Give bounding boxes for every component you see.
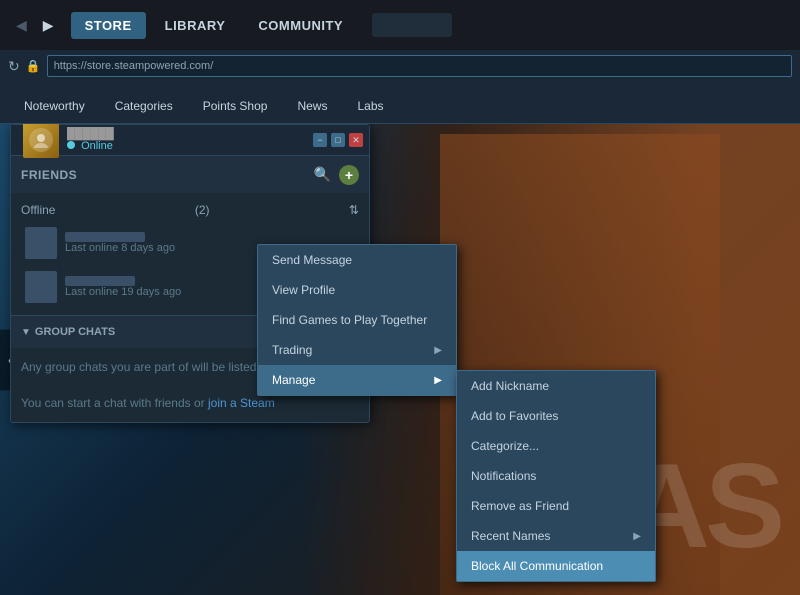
friends-search-icon[interactable]: 🔍: [314, 166, 331, 183]
ctx-view-profile[interactable]: View Profile: [258, 275, 456, 305]
nav-tab-store[interactable]: STORE: [71, 12, 146, 39]
store-tab-points-shop[interactable]: Points Shop: [189, 91, 282, 123]
offline-count: (2): [195, 203, 210, 217]
add-friend-button[interactable]: +: [339, 165, 359, 185]
sub-add-favorites[interactable]: Add to Favorites: [457, 401, 655, 431]
main-content: AS ❮ ██████ Online − □: [0, 124, 800, 595]
friends-user-info: ██████ Online: [17, 124, 309, 158]
sub-recent-names-arrow: ▶: [633, 531, 641, 542]
sub-block-communication[interactable]: Block All Communication: [457, 551, 655, 581]
offline-header: Offline (2) ⇅: [21, 199, 359, 221]
user-details: ██████ Online: [67, 128, 114, 152]
sub-menu-manage: Add Nickname Add to Favorites Categorize…: [456, 370, 656, 582]
ctx-manage-label: Manage: [272, 373, 315, 387]
minimize-button[interactable]: −: [313, 133, 327, 147]
avatar-inner: [29, 128, 53, 152]
offline-label: Offline: [21, 203, 55, 217]
ctx-view-profile-label: View Profile: [272, 283, 335, 297]
friends-titlebar: ██████ Online − □ ✕: [11, 125, 369, 155]
sub-notifications-label: Notifications: [471, 469, 536, 483]
ctx-send-message[interactable]: Send Message: [258, 245, 456, 275]
friend-avatar-2: [25, 271, 57, 303]
sub-remove-friend[interactable]: Remove as Friend: [457, 491, 655, 521]
fp-username: ██████: [67, 128, 114, 140]
ctx-trading-arrow: ▶: [434, 345, 442, 356]
nav-arrows: ◀ ▶: [10, 13, 60, 38]
sub-recent-names-label: Recent Names: [471, 529, 550, 543]
top-nav-bar: ◀ ▶ STORE LIBRARY COMMUNITY: [0, 0, 800, 50]
friends-title: FRIENDS: [21, 168, 306, 182]
store-tab-categories[interactable]: Categories: [101, 91, 187, 123]
refresh-icon[interactable]: ↻: [8, 58, 20, 75]
address-input[interactable]: [47, 55, 792, 77]
sub-add-nickname-label: Add Nickname: [471, 379, 549, 393]
join-steam-link[interactable]: join a Steam: [208, 396, 275, 410]
store-tab-noteworthy[interactable]: Noteworthy: [10, 91, 99, 123]
friends-header: FRIENDS 🔍 +: [11, 155, 369, 193]
group-chats-desc-2: You can start a chat with friends or: [21, 396, 205, 410]
ctx-find-games[interactable]: Find Games to Play Together: [258, 305, 456, 335]
sub-categorize-label: Categorize...: [471, 439, 539, 453]
sub-remove-friend-label: Remove as Friend: [471, 499, 569, 513]
group-chats-desc-1: Any group chats you are part of will be …: [21, 360, 287, 374]
address-bar-row: ↻ 🔒: [0, 50, 800, 82]
ctx-send-message-label: Send Message: [272, 253, 352, 267]
forward-arrow[interactable]: ▶: [37, 13, 60, 38]
nav-tab-community[interactable]: COMMUNITY: [244, 12, 357, 39]
sub-add-nickname[interactable]: Add Nickname: [457, 371, 655, 401]
group-chats-chevron-icon: ▼: [21, 327, 31, 338]
nav-tab-library[interactable]: LIBRARY: [151, 12, 240, 39]
sub-block-communication-label: Block All Communication: [471, 559, 603, 573]
friend-name-2: [65, 276, 135, 286]
store-tab-news[interactable]: News: [283, 91, 341, 123]
ctx-manage[interactable]: Manage ▶: [258, 365, 456, 395]
restore-button[interactable]: □: [331, 133, 345, 147]
sub-recent-names[interactable]: Recent Names ▶: [457, 521, 655, 551]
sort-icon[interactable]: ⇅: [349, 203, 359, 217]
status-text: Online: [81, 140, 113, 152]
friend-avatar-1: [25, 227, 57, 259]
user-avatar: [23, 124, 59, 158]
user-name-blurred: [372, 13, 452, 37]
store-tab-labs[interactable]: Labs: [343, 91, 397, 123]
friend-name-1: [65, 232, 145, 242]
sub-notifications[interactable]: Notifications: [457, 461, 655, 491]
status-dot: [67, 141, 75, 149]
close-button[interactable]: ✕: [349, 133, 363, 147]
context-menu: Send Message View Profile Find Games to …: [257, 244, 457, 396]
store-nav: Noteworthy Categories Points Shop News L…: [0, 82, 800, 124]
fp-status: Online: [67, 140, 114, 152]
sub-add-favorites-label: Add to Favorites: [471, 409, 558, 423]
back-arrow[interactable]: ◀: [10, 13, 33, 38]
ctx-manage-arrow: ▶: [434, 375, 442, 386]
ctx-trading[interactable]: Trading ▶: [258, 335, 456, 365]
lock-icon: 🔒: [26, 59, 41, 73]
ctx-trading-label: Trading: [272, 343, 312, 357]
ctx-find-games-label: Find Games to Play Together: [272, 313, 427, 327]
sub-categorize[interactable]: Categorize...: [457, 431, 655, 461]
